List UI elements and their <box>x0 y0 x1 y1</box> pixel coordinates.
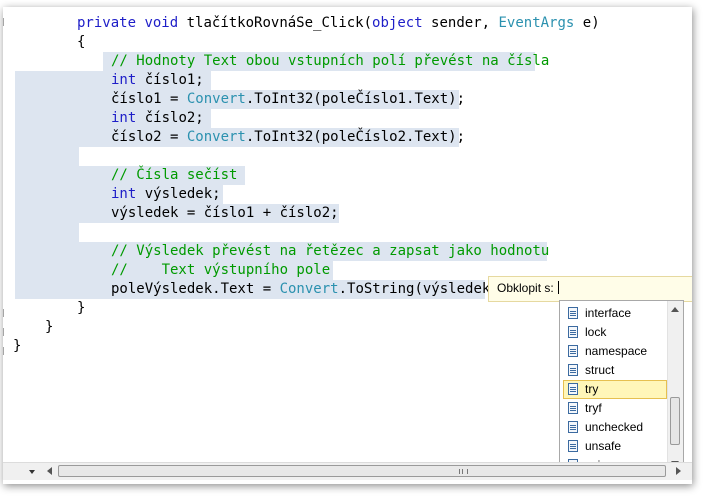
scroll-grip-icon <box>459 469 468 474</box>
code-token: { <box>77 34 86 50</box>
code-token: číslo2; <box>136 110 204 126</box>
code-token: sender, <box>422 15 499 31</box>
snippet-icon <box>568 345 578 357</box>
code-line: } <box>45 318 53 337</box>
code-token: Convert <box>186 129 246 145</box>
scroll-up-icon[interactable] <box>671 307 679 312</box>
snippet-icon <box>568 307 578 319</box>
code-line: } <box>13 337 21 356</box>
code-line: // Čísla sečíst <box>111 166 237 185</box>
completion-item[interactable]: lock <box>563 323 667 342</box>
code-token: Convert <box>279 281 339 297</box>
code-line: poleVýsledek.Text = Convert.ToString(výs… <box>111 280 507 299</box>
horizontal-scrollbar[interactable] <box>3 462 692 480</box>
code-comment: // Hodnoty Text obou vstupních polí přev… <box>111 53 550 69</box>
completion-item-label: tryf <box>585 401 602 415</box>
completion-item-label: lock <box>585 325 607 339</box>
code-line: // Text výstupního pole <box>111 261 330 280</box>
snippet-completion-list[interactable]: interface lock namespace struct try tryf… <box>559 300 684 473</box>
code-line: // Hodnoty Text obou vstupních polí přev… <box>111 52 549 71</box>
completion-item[interactable]: unchecked <box>563 418 667 437</box>
code-token: .ToInt32(poleČíslo2.Text); <box>245 129 466 145</box>
navigation-dropdown[interactable] <box>3 465 35 478</box>
code-token: private <box>77 15 137 31</box>
completion-item-label: interface <box>585 306 632 320</box>
code-line: číslo1 = Convert.ToInt32(poleČíslo1.Text… <box>111 90 465 109</box>
code-token: e) <box>574 15 600 31</box>
code-token: int <box>111 72 137 88</box>
code-line: int číslo2; <box>111 109 204 128</box>
surround-with-prompt: Obklopit s: <box>488 276 692 302</box>
code-token: číslo1 = <box>111 91 187 107</box>
code-editor-window: private void tlačítkoRovnáSe_Click(objec… <box>3 7 692 484</box>
completion-item-label: unchecked <box>585 420 644 434</box>
selection-highlight <box>15 223 79 242</box>
code-token: int <box>111 110 137 126</box>
completion-item[interactable]: interface <box>563 304 667 323</box>
completion-item-selected[interactable]: try <box>563 380 667 399</box>
snippet-icon <box>568 326 578 338</box>
code-token: Convert <box>186 91 246 107</box>
code-token: } <box>77 300 86 316</box>
code-token: poleVýsledek.Text = <box>111 281 280 297</box>
completion-item[interactable]: tryf <box>563 399 667 418</box>
selection-highlight <box>15 147 79 166</box>
code-line: int číslo1; <box>111 71 204 90</box>
code-token: výsledek = číslo1 + číslo2; <box>111 205 339 221</box>
code-token: .ToInt32(poleČíslo1.Text); <box>245 91 466 107</box>
code-token: výsledek; <box>136 186 221 202</box>
completion-item[interactable]: unsafe <box>563 437 667 456</box>
completion-item[interactable]: namespace <box>563 342 667 361</box>
code-line: // Výsledek převést na řetězec a zapsat … <box>111 242 549 261</box>
snippet-icon <box>568 440 578 452</box>
chevron-down-icon <box>29 470 35 474</box>
code-token: object <box>372 15 423 31</box>
surround-with-label: Obklopit s: <box>497 281 554 295</box>
code-token: void <box>144 15 179 31</box>
code-line: private void tlačítkoRovnáSe_Click(objec… <box>77 14 600 33</box>
code-token: tlačítkoRovnáSe_Click( <box>178 15 373 31</box>
completion-item-label: struct <box>585 363 615 377</box>
scroll-right-icon[interactable] <box>676 467 681 475</box>
code-line: výsledek = číslo1 + číslo2; <box>111 204 339 223</box>
scroll-thumb[interactable] <box>58 465 666 477</box>
completion-item-label: unsafe <box>585 439 622 453</box>
code-line: { <box>77 33 85 52</box>
snippet-icon <box>568 364 578 376</box>
snippet-icon <box>568 402 578 414</box>
completion-item-label: namespace <box>585 344 648 358</box>
scroll-thumb[interactable] <box>670 397 680 445</box>
code-token: číslo1; <box>136 72 204 88</box>
code-comment: // Výsledek převést na řetězec a zapsat … <box>111 243 550 259</box>
code-line: číslo2 = Convert.ToInt32(poleČíslo2.Text… <box>111 128 465 147</box>
code-token: } <box>45 319 54 335</box>
surround-with-input[interactable] <box>557 281 561 294</box>
code-comment: // Čísla sečíst <box>111 167 238 183</box>
scroll-left-icon[interactable] <box>47 467 52 475</box>
snippet-icon <box>568 421 578 433</box>
code-comment: // Text výstupního pole <box>111 262 331 278</box>
code-token: int <box>111 186 137 202</box>
code-token: .ToString(výsledek); <box>338 281 508 297</box>
code-token: číslo2 = <box>111 129 187 145</box>
code-line: int výsledek; <box>111 185 221 204</box>
snippet-icon <box>568 383 578 395</box>
completion-item[interactable]: struct <box>563 361 667 380</box>
code-token: EventArgs <box>498 15 575 31</box>
code-line: } <box>77 299 85 318</box>
code-token: } <box>13 338 22 354</box>
completion-item-label: try <box>585 382 599 396</box>
completion-scrollbar[interactable] <box>667 301 683 472</box>
